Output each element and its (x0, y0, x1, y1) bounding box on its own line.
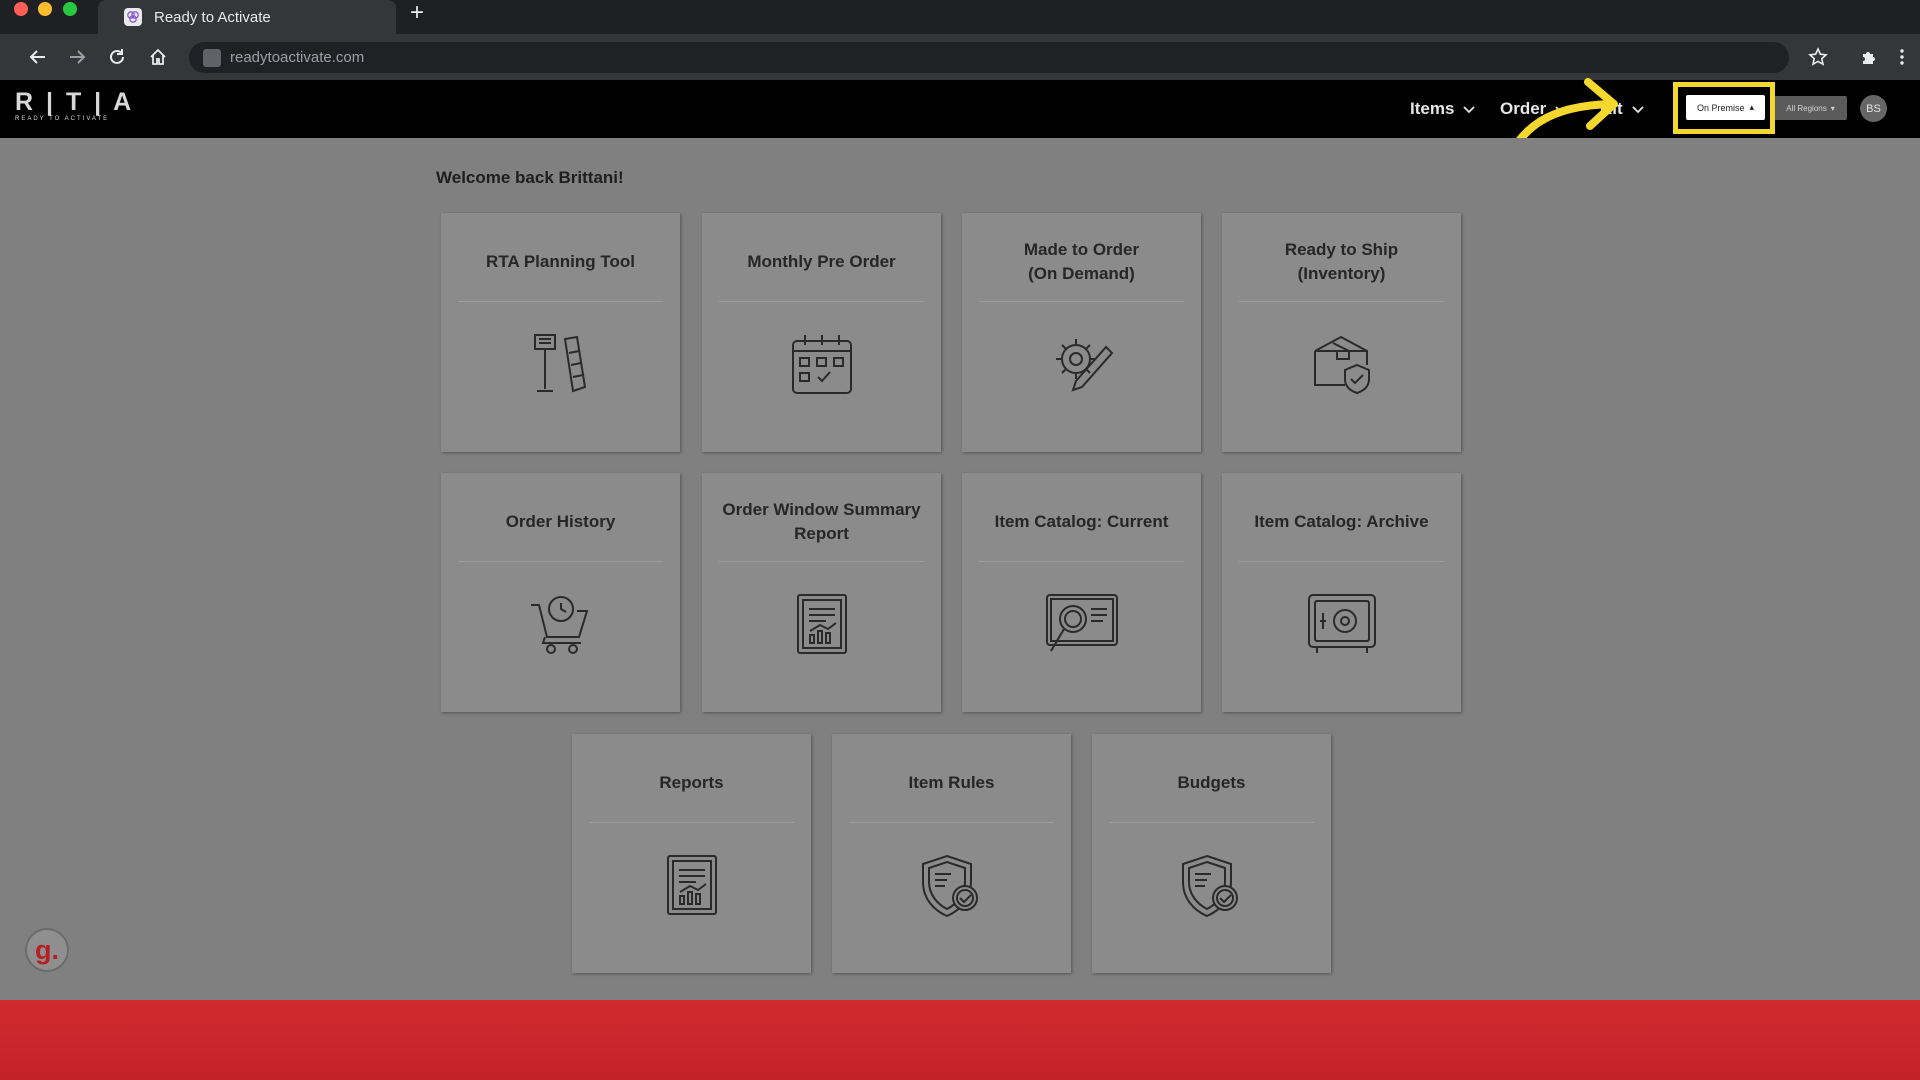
footer-red-bar (0, 1000, 1920, 1080)
reload-icon (110, 49, 124, 64)
new-tab-button[interactable]: + (405, 0, 429, 26)
report-icon (666, 855, 717, 915)
card-rta-planning-tool[interactable]: RTA Planning Tool (441, 213, 680, 452)
card-divider (458, 301, 663, 302)
planning-tool-icon (533, 334, 586, 393)
close-window-button[interactable] (14, 2, 28, 16)
cart-clock-icon (530, 596, 588, 654)
region-select[interactable]: All Regions ▾ (1774, 96, 1847, 120)
puzzle-icon (1863, 52, 1875, 64)
browser-menu-button[interactable] (1888, 43, 1916, 71)
maximize-window-button[interactable] (63, 2, 77, 16)
card-divider (719, 561, 924, 562)
card-item-catalog-current[interactable]: Item Catalog: Current (962, 473, 1201, 712)
card-title: Order Window Summary Report (722, 500, 921, 543)
report-icon (796, 594, 847, 654)
browser-tab-title: Ready to Activate (154, 8, 271, 26)
card-reports[interactable]: Reports (572, 734, 811, 973)
welcome-message: Welcome back Brittani! (436, 168, 624, 187)
card-divider (719, 301, 924, 302)
url-text: readytoactivate.com (230, 49, 365, 66)
site-favicon-icon (124, 8, 142, 26)
caret-down-icon: ▾ (1830, 103, 1835, 113)
nav-items-label: Items (1410, 99, 1455, 118)
card-divider (1239, 561, 1444, 562)
card-order-history[interactable]: Order History (441, 473, 680, 712)
forward-arrow-icon (70, 50, 86, 64)
card-divider (979, 301, 1184, 302)
card-title: Ready to Ship (Inventory) (1284, 240, 1399, 283)
card-title: Order History (505, 512, 616, 531)
safe-icon (1307, 594, 1376, 653)
card-divider (589, 822, 794, 823)
card-order-window-summary-report[interactable]: Order Window Summary Report (702, 473, 941, 712)
card-item-catalog-archive[interactable]: Item Catalog: Archive (1222, 473, 1461, 712)
annotation-highlight-box (1673, 82, 1775, 134)
card-title: Budgets (1177, 773, 1246, 792)
region-select-value: All Regions (1786, 103, 1827, 113)
shield-check-icon (1181, 854, 1238, 918)
home-icon (150, 48, 166, 65)
card-divider (1239, 301, 1444, 302)
shield-check-icon (921, 854, 978, 918)
card-divider (458, 561, 663, 562)
card-title: Item Catalog: Current (994, 512, 1169, 531)
bookmark-button[interactable] (1804, 43, 1832, 71)
forward-button[interactable] (63, 43, 91, 71)
card-budgets[interactable]: Budgets (1092, 734, 1331, 973)
user-avatar[interactable]: BS (1860, 95, 1887, 122)
chevron-down-icon (1463, 106, 1476, 114)
box-shield-icon (1313, 335, 1370, 395)
site-info-icon[interactable] (203, 48, 221, 67)
reload-button[interactable] (103, 43, 131, 71)
card-title: RTA Planning Tool (486, 252, 635, 271)
back-arrow-icon (29, 50, 45, 64)
browser-tab[interactable]: Ready to Activate (98, 0, 396, 34)
browser-toolbar: readytoactivate.com (0, 34, 1920, 80)
gear-pencil-icon (1055, 339, 1113, 392)
dashboard-content: Welcome back Brittani! RTA Planning Tool… (0, 138, 1920, 1000)
home-button[interactable] (144, 43, 172, 71)
card-title: Monthly Pre Order (747, 252, 896, 271)
card-divider (849, 822, 1054, 823)
calendar-icon (791, 335, 852, 394)
card-divider (979, 561, 1184, 562)
logo-letters: R | T | A (15, 88, 135, 116)
card-title: Item Catalog: Archive (1254, 512, 1429, 531)
star-icon (1808, 47, 1828, 66)
address-bar[interactable]: readytoactivate.com (189, 42, 1789, 73)
extensions-button[interactable] (1856, 43, 1884, 71)
card-divider (1109, 822, 1314, 823)
card-title: Reports (659, 773, 724, 792)
browser-tab-strip: Ready to Activate + (0, 0, 1920, 34)
back-button[interactable] (24, 43, 52, 71)
rta-logo[interactable]: R | T | A READY TO ACTIVATE (15, 88, 134, 122)
minimize-window-button[interactable] (38, 2, 52, 16)
card-monthly-pre-order[interactable]: Monthly Pre Order (702, 213, 941, 452)
card-item-rules[interactable]: Item Rules (832, 734, 1071, 973)
magnifier-monitor-icon (1045, 594, 1118, 652)
card-ready-to-ship[interactable]: Ready to Ship (Inventory) (1222, 213, 1461, 452)
guide-helper-badge[interactable]: g. (25, 928, 69, 972)
card-title: Item Rules (908, 773, 995, 792)
nav-items-menu[interactable]: Items (1410, 99, 1476, 119)
card-title: Made to Order (On Demand) (1023, 240, 1140, 283)
card-made-to-order[interactable]: Made to Order (On Demand) (962, 213, 1201, 452)
kebab-menu-icon (1900, 49, 1904, 65)
